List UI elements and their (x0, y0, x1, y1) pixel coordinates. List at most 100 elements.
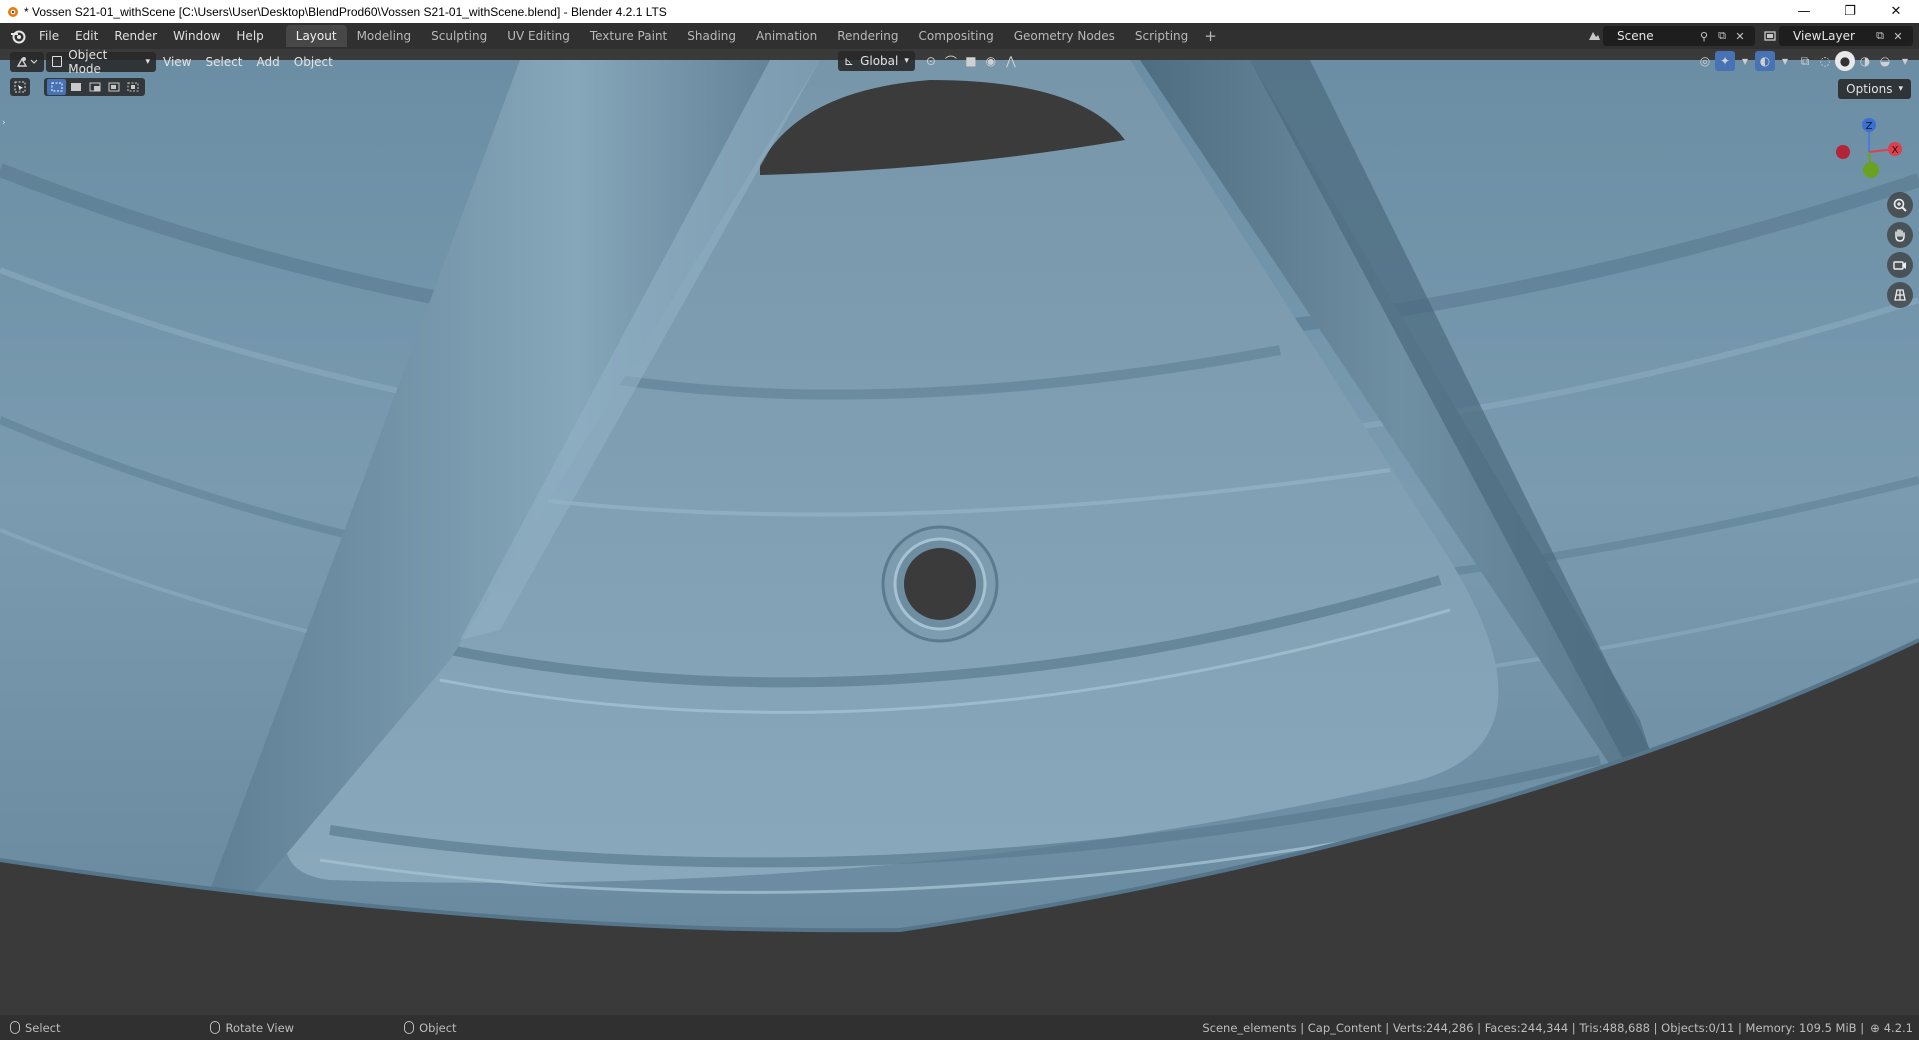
select-intersect-icon[interactable] (123, 79, 142, 95)
camera-view-icon[interactable] (1887, 252, 1913, 278)
add-workspace-button[interactable]: + (1198, 27, 1223, 45)
select-tool-icon[interactable] (10, 78, 30, 96)
orientation-label: Global (860, 54, 899, 68)
visibility-icon[interactable]: ◎ (1695, 51, 1715, 71)
rendered-shading-icon[interactable]: ◒ (1875, 51, 1895, 71)
gizmo-z-label: Z (1866, 121, 1873, 132)
top-menubar: File Edit Render Window Help Layout Mode… (0, 23, 1919, 49)
tab-sculpting[interactable]: Sculpting (421, 25, 497, 47)
tab-texture-paint[interactable]: Texture Paint (580, 25, 677, 47)
tab-uv-editing[interactable]: UV Editing (497, 25, 580, 47)
new-viewlayer-icon[interactable]: ⧉ (1871, 27, 1889, 45)
xray-toggle-icon[interactable]: ⧉ (1795, 51, 1815, 71)
menu-add[interactable]: Add (250, 55, 287, 69)
remove-viewlayer-icon[interactable]: ✕ (1889, 27, 1907, 45)
status-object-label: Object (419, 1020, 457, 1035)
proportional-falloff-icon[interactable]: ⋀ (1001, 51, 1021, 71)
scene-type-icon[interactable] (1585, 27, 1603, 45)
object-mode-label: Object Mode (68, 47, 108, 76)
gizmo-x-label: X (1892, 145, 1899, 156)
chevron-down-icon: ▾ (904, 56, 909, 66)
snap-icon[interactable]: ⌒ (941, 51, 961, 71)
minimize-button[interactable]: — (1781, 0, 1827, 23)
window-title: * Vossen S21-01_withScene [C:\Users\User… (24, 4, 667, 19)
scene-selector[interactable]: Scene ⚲ ⧉ ✕ (1603, 26, 1755, 46)
navigation-gizmo[interactable]: Z X (1819, 112, 1919, 192)
navigation-tools (1887, 192, 1913, 312)
workspace-tabs: Layout Modeling Sculpting UV Editing Tex… (285, 25, 1223, 47)
tab-compositing[interactable]: Compositing (908, 25, 1003, 47)
editor-type-button[interactable] (10, 51, 44, 72)
transform-orientation-dropdown[interactable]: ⊾ Global ▾ (838, 51, 915, 71)
toolbar-expand-icon[interactable]: › (2, 118, 8, 128)
menu-select[interactable]: Select (198, 55, 249, 69)
zoom-icon[interactable] (1887, 192, 1913, 218)
menu-edit[interactable]: Edit (67, 25, 106, 47)
select-new-icon[interactable] (47, 79, 66, 95)
menu-help[interactable]: Help (228, 25, 271, 47)
object-mode-icon (52, 56, 63, 67)
object-mode-dropdown[interactable]: Object Mode ▾ (46, 48, 156, 76)
chevron-down-icon: ▾ (1898, 84, 1903, 94)
pin-icon[interactable]: ⚲ (1695, 27, 1713, 45)
select-subtract-icon[interactable] (85, 79, 104, 95)
pan-hand-icon[interactable] (1887, 222, 1913, 248)
scene-name: Scene (1617, 29, 1654, 43)
perspective-toggle-icon[interactable] (1887, 282, 1913, 308)
pivot-point-icon[interactable]: ⊙ (921, 51, 941, 71)
tab-geometry-nodes[interactable]: Geometry Nodes (1004, 25, 1125, 47)
material-shading-icon[interactable]: ◑ (1855, 51, 1875, 71)
viewlayer-selector[interactable]: ViewLayer ⧉ ✕ (1779, 26, 1913, 46)
wireframe-shading-icon[interactable]: ◌ (1815, 51, 1835, 71)
orientation-axes-icon: ⊾ (844, 54, 855, 68)
scene-statistics: Scene_elements | Cap_Content | Verts:244… (1202, 1020, 1865, 1035)
new-scene-icon[interactable]: ⧉ (1713, 27, 1731, 45)
options-dropdown[interactable]: Options ▾ (1838, 79, 1911, 99)
shading-dropdown-icon[interactable]: ▾ (1895, 51, 1915, 71)
status-rotate-label: Rotate View (225, 1020, 295, 1035)
solid-shading-icon[interactable]: ● (1835, 51, 1855, 71)
menu-view[interactable]: View (156, 55, 198, 69)
tab-shading[interactable]: Shading (677, 25, 746, 47)
viewport-render (0, 49, 1919, 1015)
status-bar: Select Rotate View Object Scene_elements… (0, 1015, 1919, 1040)
blender-logo-icon[interactable] (5, 23, 31, 49)
snap-target-icon[interactable]: ■ (961, 51, 981, 71)
globe-icon: ⊕ (1870, 1020, 1880, 1035)
select-extend-icon[interactable] (66, 79, 85, 95)
tool-row (10, 78, 145, 96)
viewlayer-icon[interactable] (1761, 27, 1779, 45)
select-invert-icon[interactable] (104, 79, 123, 95)
gizmo-y-axis[interactable] (1863, 162, 1879, 178)
viewlayer-name: ViewLayer (1793, 29, 1855, 43)
proportional-editing-icon[interactable]: ◉ (981, 51, 1001, 71)
viewport-header: Object Mode ▾ View Select Add Object ⊾ G… (0, 48, 1919, 76)
maximize-button[interactable]: ❐ (1827, 0, 1873, 23)
menu-file[interactable]: File (31, 25, 67, 47)
status-select-hint: Select (10, 1021, 60, 1035)
gizmo-toggle-icon[interactable]: ✦ (1715, 51, 1735, 71)
tab-animation[interactable]: Animation (746, 25, 827, 47)
menu-window[interactable]: Window (165, 25, 228, 47)
menu-render[interactable]: Render (106, 25, 165, 47)
tab-scripting[interactable]: Scripting (1125, 25, 1198, 47)
chevron-down-icon: ▾ (145, 56, 150, 67)
status-rotate-hint: Rotate View (210, 1021, 294, 1035)
menu-object[interactable]: Object (287, 55, 340, 69)
tab-modeling[interactable]: Modeling (347, 25, 422, 47)
3d-viewport[interactable] (0, 49, 1919, 1015)
overlays-toggle-icon[interactable]: ◐ (1755, 51, 1775, 71)
window-titlebar: * Vossen S21-01_withScene [C:\Users\User… (0, 0, 1919, 23)
close-button[interactable]: ✕ (1873, 0, 1919, 23)
blender-app-icon (4, 4, 20, 20)
mouse-left-icon (10, 1021, 20, 1034)
gizmo-dropdown-icon[interactable]: ▾ (1735, 51, 1755, 71)
gizmo-neg-x-axis[interactable] (1836, 145, 1850, 159)
remove-scene-icon[interactable]: ✕ (1731, 27, 1749, 45)
overlays-dropdown-icon[interactable]: ▾ (1775, 51, 1795, 71)
tab-rendering[interactable]: Rendering (827, 25, 908, 47)
mouse-middle-icon (210, 1021, 221, 1034)
tab-layout[interactable]: Layout (285, 25, 347, 47)
version-label: 4.2.1 (1883, 1020, 1913, 1035)
mouse-right-icon (404, 1021, 415, 1034)
